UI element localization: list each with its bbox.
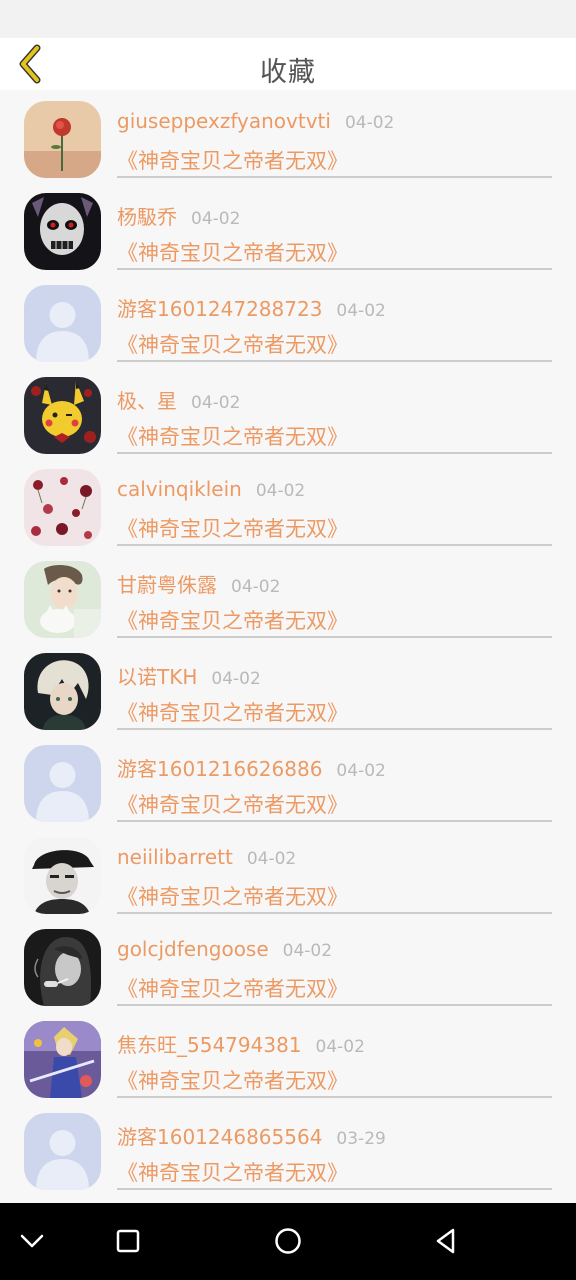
book-title: 《神奇宝贝之帝者无双》	[117, 701, 348, 725]
user-name: 杨馺乔	[117, 205, 177, 229]
divider	[117, 360, 552, 362]
book-title: 《神奇宝贝之帝者无双》	[117, 1069, 348, 1093]
divider	[117, 820, 552, 822]
list-item[interactable]: calvinqiklein 04-02 《神奇宝贝之帝者无双》	[0, 458, 576, 550]
user-name: 以诺TKH	[117, 665, 198, 689]
app-header: 收藏	[0, 38, 576, 90]
default-user-avatar	[24, 745, 101, 822]
rose-avatar	[24, 101, 101, 178]
divider	[117, 1096, 552, 1098]
list-item[interactable]: 杨馺乔 04-02 《神奇宝贝之帝者无双》	[0, 182, 576, 274]
skull-avatar	[24, 193, 101, 270]
status-bar	[0, 0, 576, 38]
book-title: 《神奇宝贝之帝者无双》	[117, 425, 348, 449]
divider	[117, 1188, 552, 1190]
divider	[117, 636, 552, 638]
divider	[117, 728, 552, 730]
list-item[interactable]: 以诺TKH 04-02 《神奇宝贝之帝者无双》	[0, 642, 576, 734]
user-name: 甘蔚粤侏露	[117, 573, 217, 597]
pikachu-avatar	[24, 377, 101, 454]
woman-smoking-avatar	[24, 929, 101, 1006]
favorite-date: 03-29	[336, 1129, 386, 1149]
flowers-avatar	[24, 469, 101, 546]
favorite-date: 04-02	[344, 113, 395, 133]
favorite-date: 04-02	[315, 1037, 365, 1057]
list-item[interactable]: golcjdfengoose 04-02 《神奇宝贝之帝者无双》	[0, 918, 576, 1010]
list-item[interactable]: 游客1601216626886 04-02 《神奇宝贝之帝者无双》	[0, 734, 576, 826]
book-title: 《神奇宝贝之帝者无双》	[117, 977, 348, 1001]
favorite-date: 04-02	[191, 209, 241, 229]
man-hat-avatar	[24, 837, 101, 914]
circle-icon	[275, 1228, 301, 1254]
user-name: 游客1601216626886	[117, 757, 323, 781]
user-name: 焦东旺_554794381	[117, 1033, 302, 1057]
book-title: 《神奇宝贝之帝者无双》	[117, 333, 348, 357]
favorites-list: giuseppexzfyanovtvti 04-02 《神奇宝贝之帝者无双》 杨馺…	[0, 90, 576, 1194]
nav-back-button[interactable]	[426, 1221, 466, 1261]
book-title: 《神奇宝贝之帝者无双》	[117, 793, 348, 817]
favorite-date: 04-02	[336, 761, 386, 781]
divider	[117, 176, 552, 178]
square-icon	[116, 1229, 140, 1253]
anime-avatar	[24, 653, 101, 730]
game-character-avatar	[24, 1021, 101, 1098]
user-name: giuseppexzfyanovtvti	[117, 109, 331, 133]
book-title: 《神奇宝贝之帝者无双》	[117, 149, 348, 173]
favorite-date: 04-02	[282, 941, 333, 961]
divider	[117, 544, 552, 546]
favorite-date: 04-02	[336, 301, 386, 321]
list-item[interactable]: 极、星 04-02 《神奇宝贝之帝者无双》	[0, 366, 576, 458]
book-title: 《神奇宝贝之帝者无双》	[117, 241, 348, 265]
list-item[interactable]: 游客1601247288723 04-02 《神奇宝贝之帝者无双》	[0, 274, 576, 366]
book-title: 《神奇宝贝之帝者无双》	[117, 517, 348, 541]
nav-hide-button[interactable]	[12, 1221, 52, 1261]
book-title: 《神奇宝贝之帝者无双》	[117, 1161, 348, 1185]
favorite-date: 04-02	[211, 669, 261, 689]
book-title: 《神奇宝贝之帝者无双》	[117, 609, 348, 633]
triangle-back-icon	[436, 1228, 455, 1254]
divider	[117, 1004, 552, 1006]
divider	[117, 268, 552, 270]
user-name: neiilibarrett	[117, 845, 233, 869]
system-nav-bar	[0, 1203, 576, 1280]
user-name: calvinqiklein	[117, 477, 242, 501]
favorite-date: 04-02	[231, 577, 281, 597]
favorite-date: 04-02	[255, 481, 306, 501]
favorite-date: 04-02	[246, 849, 297, 869]
favorite-date: 04-02	[191, 393, 241, 413]
user-name: golcjdfengoose	[117, 937, 269, 961]
person-cat-avatar	[24, 561, 101, 638]
default-user-avatar	[24, 1113, 101, 1190]
nav-recents-button[interactable]	[108, 1221, 148, 1261]
page-title: 收藏	[260, 57, 316, 88]
user-name: 游客1601246865564	[117, 1125, 323, 1149]
divider	[117, 912, 552, 914]
chevron-down-icon	[20, 1234, 44, 1248]
list-item[interactable]: 甘蔚粤侏露 04-02 《神奇宝贝之帝者无双》	[0, 550, 576, 642]
list-item[interactable]: 游客1601246865564 03-29 《神奇宝贝之帝者无双》	[0, 1102, 576, 1194]
user-name: 极、星	[117, 389, 177, 413]
default-user-avatar	[24, 285, 101, 362]
list-item[interactable]: giuseppexzfyanovtvti 04-02 《神奇宝贝之帝者无双》	[0, 90, 576, 182]
book-title: 《神奇宝贝之帝者无双》	[117, 885, 348, 909]
nav-home-button[interactable]	[268, 1221, 308, 1261]
divider	[117, 452, 552, 454]
user-name: 游客1601247288723	[117, 297, 323, 321]
list-item[interactable]: 焦东旺_554794381 04-02 《神奇宝贝之帝者无双》	[0, 1010, 576, 1102]
list-item[interactable]: neiilibarrett 04-02 《神奇宝贝之帝者无双》	[0, 826, 576, 918]
